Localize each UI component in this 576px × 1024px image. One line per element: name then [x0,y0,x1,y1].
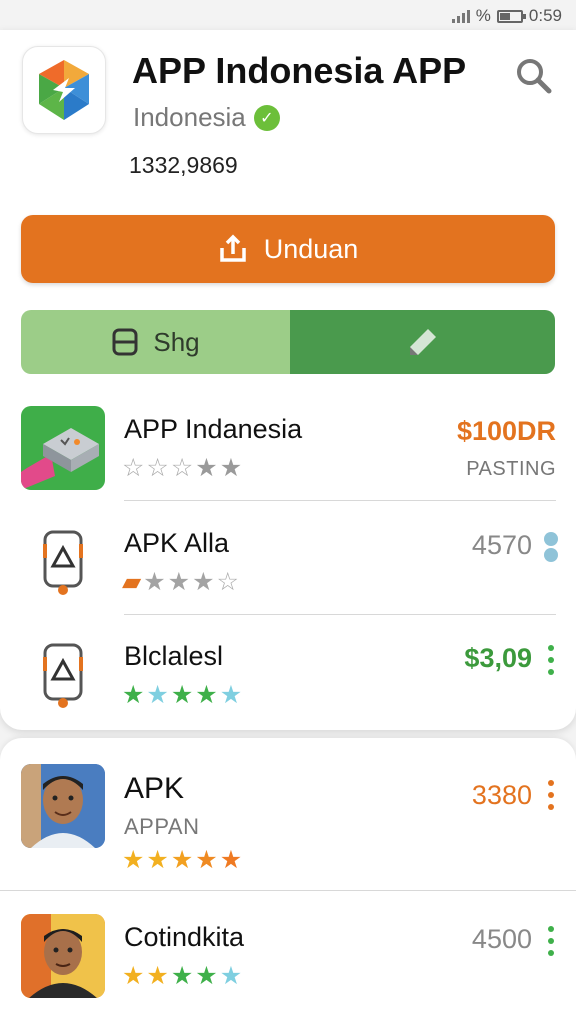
list-item[interactable]: APK APPAN ★ ★ ★ ★ ★ 3380 [0,758,576,873]
list-item[interactable]: APP Indanesia ☆ ☆ ☆ ★ ★ $100DR PASTING [0,400,576,510]
star-icon: ★ [195,681,218,709]
more-dots-icon[interactable] [546,645,556,675]
app-title: APP Indonesia APP [132,50,467,91]
rating-stars: ★ ★ ★ ★ ★ [122,964,242,989]
row-title: APK [124,772,185,805]
star-icon: ★ [146,962,169,990]
more-dots-icon[interactable] [546,780,556,810]
app-logo-icon[interactable] [22,46,106,134]
star-icon: ★ [195,962,218,990]
star-outline-icon: ☆ [146,454,169,482]
row-count: 4570 [471,530,532,560]
verified-badge-icon: ✓ [253,104,280,131]
rating-stars: ★ ★ ★ ★ ★ [122,848,242,873]
star-icon: ★ [167,568,191,596]
rating-stars: ☆ ☆ ☆ ★ ★ [122,456,242,481]
device-icon [112,328,138,356]
divider [124,500,556,501]
star-icon: ★ [219,454,243,482]
star-icon: ★ [122,962,145,990]
row-count: 3380 [471,780,532,810]
row-title: Blclalesl [124,641,224,671]
status-time: 0:59 [528,6,562,25]
share-button[interactable]: Shg [21,310,290,374]
upload-icon [219,234,246,262]
star-outline-icon: ☆ [170,454,194,482]
star-icon: ★ [170,681,194,709]
more-dots-icon[interactable] [546,926,556,956]
row-app-icon [21,406,105,490]
star-icon: ★ [219,962,243,990]
star-icon: ★ [122,681,145,709]
star-icon: ★ [143,568,166,596]
share-button-group: Shg [21,310,555,374]
app-detail-card: APP Indonesia APP Indonesia ✓ 1332,9869 … [0,30,576,730]
row-title: Cotindkita [124,922,245,952]
star-icon: ★ [146,846,169,874]
download-label: Unduan [263,233,359,264]
status-bar: % 0:59 [0,0,576,32]
avatar [21,914,105,998]
rating-stars: ★ ★ ★ ★ ★ [122,683,242,708]
phone-alert-icon [21,520,105,604]
avatar [21,764,105,848]
rating-stars: ▰ ★ ★ ★ ☆ [122,570,239,595]
divider [0,890,576,891]
row-subtitle: APPAN [124,814,200,839]
row-count: 4500 [471,924,532,954]
star-outline-icon: ☆ [122,454,145,482]
star-icon: ★ [122,846,145,874]
app-list-card: APK APPAN ★ ★ ★ ★ ★ 3380 Cotindkita ★ ★ … [0,738,576,1024]
list-item[interactable]: Cotindkita ★ ★ ★ ★ ★ 4500 [0,908,576,1018]
download-button[interactable]: Unduan [21,215,555,283]
star-icon: ★ [192,568,215,596]
battery-icon [496,9,526,23]
pencil-icon [409,329,436,355]
star-icon: ★ [170,846,194,874]
phone-alert-icon [21,633,105,717]
app-region-label: Indonesia [133,102,246,132]
list-item[interactable]: APK Alla ▰ ★ ★ ★ ☆ 4570 [0,514,576,624]
star-icon: ★ [146,681,169,709]
share-label: Shg [153,326,200,357]
app-subtitle: Indonesia ✓ [133,102,280,133]
battery-percent: % [475,6,491,25]
list-item[interactable]: Blclalesl ★ ★ ★ ★ ★ $3,09 [0,627,576,737]
star-icon: ★ [195,454,218,482]
star-icon: ★ [195,846,218,874]
row-price: $3,09 [464,643,532,673]
row-title: APP Indanesia [124,414,303,444]
star-icon: ★ [219,681,243,709]
star-outline-icon: ☆ [216,568,239,596]
search-icon[interactable] [514,56,554,96]
basket-icon: ▰ [122,568,142,596]
star-icon: ★ [219,846,243,874]
signal-icon [451,9,470,23]
row-status: PASTING [466,458,556,480]
star-icon: ★ [170,962,194,990]
download-count: 1332,9869 [129,152,238,178]
more-dots-icon[interactable] [544,532,558,562]
row-title: APK Alla [124,528,230,558]
divider [124,614,556,615]
edit-button[interactable] [290,310,555,374]
row-price: $100DR [456,416,556,446]
